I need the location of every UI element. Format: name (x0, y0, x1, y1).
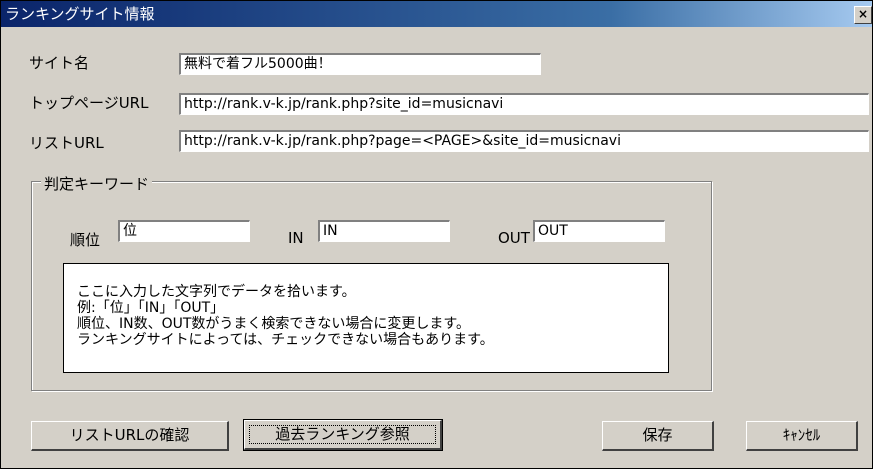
keyword-group-label: 判定キーワード (41, 173, 153, 194)
top-url-input[interactable]: http://rank.v-k.jp/rank.php?site_id=musi… (179, 93, 869, 115)
info-line: ランキングサイトによっては、チェックできない場合もあります。 (77, 332, 494, 348)
window-title: ランキングサイト情報 (5, 5, 155, 23)
cancel-button[interactable]: ｷｬﾝｾﾙ (746, 421, 858, 451)
info-text-box: ここに入力した文字列でデータを拾います。 例:「位」「IN」「OUT」 順位、I… (63, 263, 669, 373)
close-button[interactable]: × (854, 6, 872, 24)
focus-rectangle (249, 425, 436, 444)
ranking-site-dialog: ランキングサイト情報 × サイト名 無料で着フル5000曲！ トップページURL… (0, 0, 873, 469)
rank-keyword-input[interactable]: 位 (118, 220, 250, 242)
list-url-label: リストURL (29, 134, 104, 152)
save-button[interactable]: 保存 (602, 421, 714, 451)
site-name-label: サイト名 (29, 54, 90, 72)
in-label: IN (288, 229, 304, 247)
top-url-label: トップページURL (29, 94, 149, 112)
info-line: ここに入力した文字列でデータを拾います。 (77, 284, 356, 300)
info-line: 例:「位」「IN」「OUT」 (77, 300, 225, 316)
out-label: OUT (498, 229, 530, 247)
rank-label: 順位 (70, 231, 101, 249)
title-bar: ランキングサイト情報 × (1, 1, 872, 27)
info-line: 順位、IN数、OUT数がうまく検索できない場合に変更します。 (77, 316, 471, 332)
check-list-url-button[interactable]: リストURLの確認 (31, 421, 229, 451)
list-url-input[interactable]: http://rank.v-k.jp/rank.php?page=<PAGE>&… (179, 130, 869, 152)
site-name-input[interactable]: 無料で着フル5000曲！ (179, 53, 541, 75)
in-keyword-input[interactable]: IN (318, 220, 450, 242)
past-ranking-button[interactable]: 過去ランキング参照 (243, 419, 443, 451)
out-keyword-input[interactable]: OUT (533, 220, 665, 242)
